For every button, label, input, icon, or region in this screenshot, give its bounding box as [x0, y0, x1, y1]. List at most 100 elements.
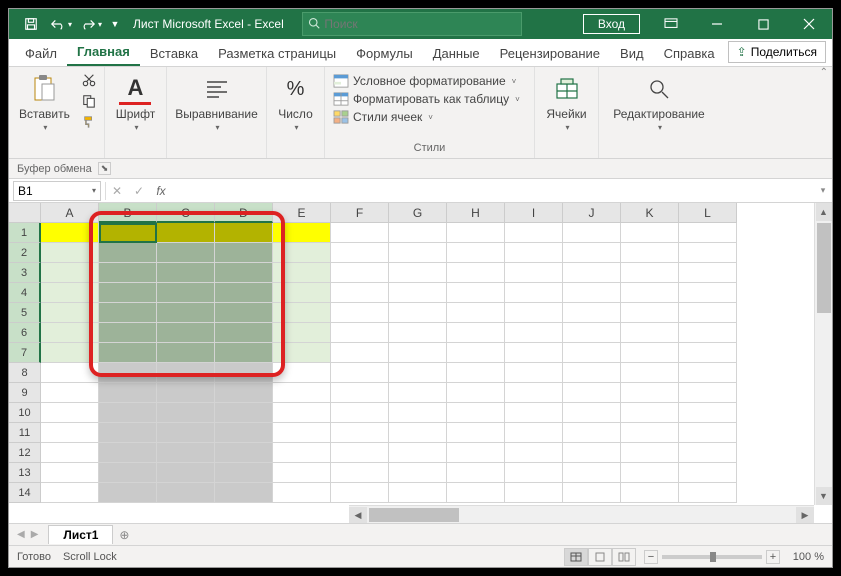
paste-button[interactable]: Вставить ▾	[15, 71, 74, 134]
cell-D11[interactable]	[215, 423, 273, 443]
row-header-3[interactable]: 3	[9, 263, 41, 283]
save-icon[interactable]	[17, 11, 45, 37]
cell-H5[interactable]	[447, 303, 505, 323]
cell-L13[interactable]	[679, 463, 737, 483]
cell-B2[interactable]	[99, 243, 157, 263]
column-header-K[interactable]: K	[621, 203, 679, 223]
cell-D14[interactable]	[215, 483, 273, 503]
cell-I14[interactable]	[505, 483, 563, 503]
cell-F2[interactable]	[331, 243, 389, 263]
select-all-corner[interactable]	[9, 203, 41, 223]
cell-G13[interactable]	[389, 463, 447, 483]
search-box[interactable]	[302, 12, 522, 36]
maximize-button[interactable]	[740, 9, 786, 39]
cell-D9[interactable]	[215, 383, 273, 403]
scroll-left-button[interactable]: ◀	[349, 507, 367, 523]
cell-G12[interactable]	[389, 443, 447, 463]
cell-I11[interactable]	[505, 423, 563, 443]
cell-A9[interactable]	[41, 383, 99, 403]
cell-D3[interactable]	[215, 263, 273, 283]
cell-F6[interactable]	[331, 323, 389, 343]
row-header-13[interactable]: 13	[9, 463, 41, 483]
cell-H3[interactable]	[447, 263, 505, 283]
cell-D10[interactable]	[215, 403, 273, 423]
cell-A13[interactable]	[41, 463, 99, 483]
cell-K10[interactable]	[621, 403, 679, 423]
cell-J10[interactable]	[563, 403, 621, 423]
cell-B5[interactable]	[99, 303, 157, 323]
cell-L10[interactable]	[679, 403, 737, 423]
cell-I10[interactable]	[505, 403, 563, 423]
zoom-slider[interactable]	[662, 555, 762, 559]
column-header-J[interactable]: J	[563, 203, 621, 223]
column-header-D[interactable]: D	[215, 203, 273, 223]
cell-J3[interactable]	[563, 263, 621, 283]
cell-E4[interactable]	[273, 283, 331, 303]
view-page-break-button[interactable]	[612, 548, 636, 566]
cell-A6[interactable]	[41, 323, 99, 343]
row-header-5[interactable]: 5	[9, 303, 41, 323]
cell-D5[interactable]	[215, 303, 273, 323]
copy-button[interactable]	[80, 92, 98, 110]
cell-F8[interactable]	[331, 363, 389, 383]
cell-C12[interactable]	[157, 443, 215, 463]
row-header-6[interactable]: 6	[9, 323, 41, 343]
cell-G8[interactable]	[389, 363, 447, 383]
cell-L8[interactable]	[679, 363, 737, 383]
redo-button[interactable]: ▾	[77, 11, 105, 37]
cell-L12[interactable]	[679, 443, 737, 463]
cell-G4[interactable]	[389, 283, 447, 303]
cell-styles-button[interactable]: Стили ячеек˅	[331, 109, 522, 125]
cell-J13[interactable]	[563, 463, 621, 483]
cell-A11[interactable]	[41, 423, 99, 443]
column-header-I[interactable]: I	[505, 203, 563, 223]
cell-E1[interactable]	[273, 223, 331, 243]
search-input[interactable]	[324, 17, 520, 31]
cell-F12[interactable]	[331, 443, 389, 463]
cell-H13[interactable]	[447, 463, 505, 483]
cell-F11[interactable]	[331, 423, 389, 443]
cell-A1[interactable]	[41, 223, 99, 243]
zoom-out-button[interactable]: −	[644, 550, 658, 564]
cells-group-button[interactable]: Ячейки ▾	[542, 71, 590, 134]
cell-L14[interactable]	[679, 483, 737, 503]
cell-B13[interactable]	[99, 463, 157, 483]
cell-B9[interactable]	[99, 383, 157, 403]
number-group-button[interactable]: % Число ▾	[274, 71, 317, 134]
cell-E7[interactable]	[273, 343, 331, 363]
cell-E14[interactable]	[273, 483, 331, 503]
cell-D1[interactable]	[215, 223, 273, 243]
column-header-H[interactable]: H	[447, 203, 505, 223]
scroll-up-button[interactable]: ▲	[816, 203, 832, 221]
cell-B4[interactable]	[99, 283, 157, 303]
add-sheet-button[interactable]: ⊕	[113, 528, 135, 542]
undo-button[interactable]: ▾	[47, 11, 75, 37]
cell-D8[interactable]	[215, 363, 273, 383]
cell-H1[interactable]	[447, 223, 505, 243]
cell-L7[interactable]	[679, 343, 737, 363]
cell-I6[interactable]	[505, 323, 563, 343]
tab-insert[interactable]: Вставка	[140, 41, 208, 66]
sheet-tab-1[interactable]: Лист1	[48, 525, 113, 544]
cell-E13[interactable]	[273, 463, 331, 483]
cell-I12[interactable]	[505, 443, 563, 463]
cell-L6[interactable]	[679, 323, 737, 343]
cell-C8[interactable]	[157, 363, 215, 383]
cell-B6[interactable]	[99, 323, 157, 343]
cell-B11[interactable]	[99, 423, 157, 443]
cell-B7[interactable]	[99, 343, 157, 363]
cell-C6[interactable]	[157, 323, 215, 343]
editing-group-button[interactable]: Редактирование ▾	[609, 71, 708, 134]
cell-A12[interactable]	[41, 443, 99, 463]
cell-B1[interactable]	[99, 223, 157, 243]
row-header-11[interactable]: 11	[9, 423, 41, 443]
cell-J12[interactable]	[563, 443, 621, 463]
fx-button[interactable]: fx	[150, 184, 172, 198]
cell-K7[interactable]	[621, 343, 679, 363]
cell-J11[interactable]	[563, 423, 621, 443]
enter-formula-button[interactable]: ✓	[128, 184, 150, 198]
cell-I5[interactable]	[505, 303, 563, 323]
cell-E6[interactable]	[273, 323, 331, 343]
cell-H14[interactable]	[447, 483, 505, 503]
cell-J14[interactable]	[563, 483, 621, 503]
